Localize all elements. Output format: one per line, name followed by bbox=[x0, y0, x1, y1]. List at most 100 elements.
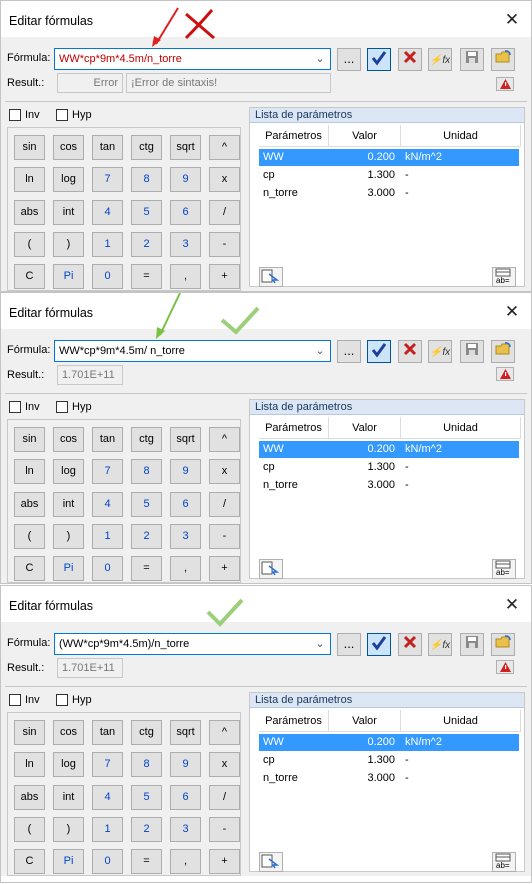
key-2-4[interactable]: 6 bbox=[170, 492, 201, 517]
key-3-5[interactable]: - bbox=[209, 817, 240, 842]
key-3-2[interactable]: 1 bbox=[92, 232, 123, 257]
key-4-3[interactable]: = bbox=[131, 556, 162, 581]
key-1-2[interactable]: 7 bbox=[92, 752, 123, 777]
table-row[interactable]: WW 0.200 kN/m^2 bbox=[259, 441, 519, 458]
key-2-3[interactable]: 5 bbox=[131, 785, 162, 810]
key-4-3[interactable]: = bbox=[131, 849, 162, 874]
key-2-1[interactable]: int bbox=[53, 785, 84, 810]
key-4-5[interactable]: + bbox=[209, 264, 240, 289]
key-0-5[interactable]: ^ bbox=[209, 135, 240, 160]
inv-checkbox[interactable] bbox=[9, 401, 21, 413]
key-0-3[interactable]: ctg bbox=[131, 427, 162, 452]
key-1-1[interactable]: log bbox=[53, 752, 84, 777]
key-2-3[interactable]: 5 bbox=[131, 492, 162, 517]
key-0-5[interactable]: ^ bbox=[209, 720, 240, 745]
key-2-5[interactable]: / bbox=[209, 785, 240, 810]
key-0-0[interactable]: sin bbox=[14, 720, 45, 745]
key-3-0[interactable]: ( bbox=[14, 524, 45, 549]
edit-parameters-button[interactable]: ab= bbox=[492, 267, 516, 287]
table-row[interactable]: cp 1.300- bbox=[259, 752, 519, 769]
table-row[interactable]: n_torre 3.000- bbox=[259, 770, 519, 787]
chevron-down-icon[interactable]: ⌄ bbox=[313, 343, 327, 359]
key-4-3[interactable]: = bbox=[131, 264, 162, 289]
key-2-0[interactable]: abs bbox=[14, 200, 45, 225]
key-4-0[interactable]: C bbox=[14, 556, 45, 581]
key-1-2[interactable]: 7 bbox=[92, 167, 123, 192]
function-button[interactable]: ⚡fx bbox=[428, 633, 452, 656]
key-3-1[interactable]: ) bbox=[53, 232, 84, 257]
key-3-3[interactable]: 2 bbox=[131, 524, 162, 549]
key-4-1[interactable]: Pi bbox=[53, 264, 84, 289]
key-4-4[interactable]: , bbox=[170, 264, 201, 289]
warning-button[interactable] bbox=[496, 660, 514, 674]
key-1-0[interactable]: ln bbox=[14, 167, 45, 192]
key-2-4[interactable]: 6 bbox=[170, 200, 201, 225]
key-3-0[interactable]: ( bbox=[14, 817, 45, 842]
key-3-4[interactable]: 3 bbox=[170, 817, 201, 842]
key-0-1[interactable]: cos bbox=[53, 427, 84, 452]
confirm-button[interactable] bbox=[367, 48, 391, 71]
more-button[interactable]: ... bbox=[337, 340, 361, 363]
key-0-2[interactable]: tan bbox=[92, 720, 123, 745]
key-3-2[interactable]: 1 bbox=[92, 524, 123, 549]
formula-input[interactable]: WW*cp*9m*4.5m/n_torre ⌄ bbox=[54, 48, 331, 70]
key-4-2[interactable]: 0 bbox=[92, 556, 123, 581]
warning-button[interactable] bbox=[496, 77, 514, 91]
key-4-1[interactable]: Pi bbox=[53, 849, 84, 874]
edit-parameters-button[interactable]: ab= bbox=[492, 852, 516, 872]
inv-checkbox[interactable] bbox=[9, 109, 21, 121]
key-3-3[interactable]: 2 bbox=[131, 232, 162, 257]
open-button[interactable] bbox=[491, 633, 515, 656]
key-2-5[interactable]: / bbox=[209, 492, 240, 517]
key-2-0[interactable]: abs bbox=[14, 492, 45, 517]
key-4-0[interactable]: C bbox=[14, 849, 45, 874]
hyp-checkbox[interactable] bbox=[56, 401, 68, 413]
key-0-4[interactable]: sqrt bbox=[170, 720, 201, 745]
key-0-4[interactable]: sqrt bbox=[170, 135, 201, 160]
close-button[interactable]: ✕ bbox=[503, 596, 521, 614]
key-3-5[interactable]: - bbox=[209, 524, 240, 549]
chevron-down-icon[interactable]: ⌄ bbox=[313, 636, 327, 652]
key-0-0[interactable]: sin bbox=[14, 135, 45, 160]
key-1-4[interactable]: 9 bbox=[170, 752, 201, 777]
formula-input[interactable]: WW*cp*9m*4.5m/ n_torre ⌄ bbox=[54, 340, 331, 362]
key-4-1[interactable]: Pi bbox=[53, 556, 84, 581]
key-1-3[interactable]: 8 bbox=[131, 459, 162, 484]
insert-parameter-button[interactable] bbox=[259, 267, 283, 287]
key-1-3[interactable]: 8 bbox=[131, 752, 162, 777]
table-row[interactable]: n_torre 3.000- bbox=[259, 477, 519, 494]
key-2-5[interactable]: / bbox=[209, 200, 240, 225]
open-button[interactable] bbox=[491, 340, 515, 363]
key-3-1[interactable]: ) bbox=[53, 524, 84, 549]
key-2-1[interactable]: int bbox=[53, 200, 84, 225]
key-3-1[interactable]: ) bbox=[53, 817, 84, 842]
key-1-5[interactable]: x bbox=[209, 459, 240, 484]
close-button[interactable]: ✕ bbox=[503, 303, 521, 321]
key-1-4[interactable]: 9 bbox=[170, 459, 201, 484]
insert-parameter-button[interactable] bbox=[259, 559, 283, 579]
key-0-3[interactable]: ctg bbox=[131, 720, 162, 745]
key-0-2[interactable]: tan bbox=[92, 427, 123, 452]
insert-parameter-button[interactable] bbox=[259, 852, 283, 872]
key-4-0[interactable]: C bbox=[14, 264, 45, 289]
key-0-2[interactable]: tan bbox=[92, 135, 123, 160]
cancel-button[interactable] bbox=[398, 340, 422, 363]
key-4-5[interactable]: + bbox=[209, 849, 240, 874]
key-1-1[interactable]: log bbox=[53, 167, 84, 192]
inv-checkbox[interactable] bbox=[9, 694, 21, 706]
cancel-button[interactable] bbox=[398, 633, 422, 656]
key-1-5[interactable]: x bbox=[209, 752, 240, 777]
key-0-3[interactable]: ctg bbox=[131, 135, 162, 160]
key-1-3[interactable]: 8 bbox=[131, 167, 162, 192]
key-2-1[interactable]: int bbox=[53, 492, 84, 517]
table-row[interactable]: n_torre 3.000- bbox=[259, 185, 519, 202]
key-1-2[interactable]: 7 bbox=[92, 459, 123, 484]
hyp-checkbox[interactable] bbox=[56, 109, 68, 121]
key-1-0[interactable]: ln bbox=[14, 459, 45, 484]
key-4-4[interactable]: , bbox=[170, 556, 201, 581]
key-4-2[interactable]: 0 bbox=[92, 849, 123, 874]
function-button[interactable]: ⚡fx bbox=[428, 48, 452, 71]
key-0-5[interactable]: ^ bbox=[209, 427, 240, 452]
key-3-5[interactable]: - bbox=[209, 232, 240, 257]
chevron-down-icon[interactable]: ⌄ bbox=[313, 51, 327, 67]
